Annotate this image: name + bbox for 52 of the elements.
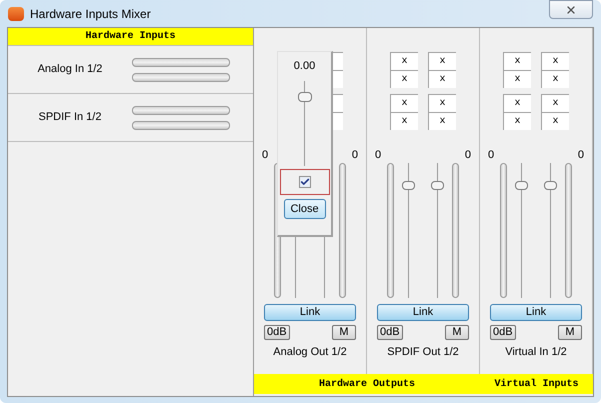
matrix-cell[interactable]: x — [541, 94, 569, 112]
matrix-cell[interactable]: x — [541, 112, 569, 130]
matrix-cell[interactable]: x — [390, 70, 418, 88]
zero-db-button[interactable]: 0dB — [490, 325, 516, 340]
fader-thumb[interactable] — [515, 181, 528, 190]
matrix-cell[interactable]: x — [541, 52, 569, 70]
matrix-cell[interactable]: x — [428, 70, 456, 88]
mute-button[interactable]: M — [445, 325, 469, 340]
matrix-cell[interactable]: x — [503, 70, 531, 88]
input-channel-label: Analog In 1/2 — [36, 62, 104, 78]
section-header: Hardware Inputs — [8, 28, 253, 46]
output-channel-label: Analog Out 1/2 — [273, 345, 347, 360]
fader-thumb[interactable] — [544, 181, 557, 190]
window-title: Hardware Inputs Mixer — [30, 6, 151, 22]
matrix-cell[interactable]: x — [503, 94, 531, 112]
zero-db-button[interactable]: 0dB — [264, 325, 290, 340]
matrix-cell[interactable]: x — [503, 112, 531, 130]
fader-thumb[interactable] — [298, 92, 312, 102]
fader-value: 0.00 — [294, 60, 316, 73]
matrix-cell[interactable]: x — [390, 112, 418, 130]
mute-button[interactable]: M — [558, 325, 582, 340]
matrix-cell[interactable]: x — [428, 52, 456, 70]
close-button[interactable]: Close — [284, 199, 326, 219]
close-icon — [565, 4, 577, 16]
matrix-cell[interactable]: x — [390, 52, 418, 70]
meter-scale-label: 0 — [464, 149, 471, 162]
matrix-cell[interactable]: x — [390, 94, 418, 112]
app-logo-icon — [8, 6, 24, 20]
matrix-cell[interactable]: x — [428, 94, 456, 112]
meter-scale-label: 0 — [352, 149, 358, 162]
mute-button[interactable]: M — [332, 325, 356, 340]
input-channel-label: SPDIF In 1/2 — [38, 110, 102, 126]
meter-scale-label: 0 — [262, 149, 268, 162]
checkbox[interactable] — [298, 176, 310, 188]
link-button[interactable]: Link — [264, 304, 356, 321]
fader-thumb[interactable] — [402, 181, 415, 190]
meter-scale-label: 0 — [578, 149, 584, 162]
link-button[interactable]: Link — [490, 304, 582, 321]
section-footer-label: Hardware Outputs — [318, 378, 416, 392]
fader-thumb[interactable] — [431, 181, 444, 190]
output-channel-label: SPDIF Out 1/2 — [387, 345, 459, 360]
matrix-cell[interactable]: x — [541, 70, 569, 88]
matrix-cell[interactable]: x — [503, 52, 531, 70]
output-channel-label: Virtual In 1/2 — [505, 345, 567, 360]
section-footer-label: Virtual Inputs — [493, 378, 580, 392]
meter-scale-label: 0 — [375, 149, 382, 162]
close-button[interactable] — [549, 0, 593, 19]
meter-scale-label: 0 — [488, 149, 494, 162]
link-button[interactable]: Link — [377, 304, 469, 321]
zero-db-button[interactable]: 0dB — [377, 325, 403, 340]
check-icon — [300, 177, 310, 187]
matrix-cell[interactable]: x — [428, 112, 456, 130]
